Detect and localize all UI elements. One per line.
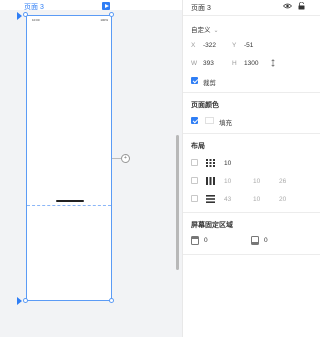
divider: [183, 92, 320, 93]
x-field[interactable]: -322: [203, 42, 216, 49]
fill-label: 填充: [219, 120, 232, 127]
columns-gutter-field[interactable]: 10: [253, 178, 260, 185]
add-connection-icon[interactable]: +: [121, 154, 130, 163]
x-label: X: [191, 42, 196, 49]
divider: [183, 133, 320, 134]
preset-dropdown[interactable]: 自定义 ⌄: [191, 24, 219, 34]
resize-handle-bottom-left[interactable]: [23, 298, 28, 303]
columns-count-field[interactable]: 10: [224, 178, 231, 185]
page-color-title: 页面颜色: [191, 102, 219, 109]
connector-line: [112, 158, 121, 159]
fixed-bottom-field[interactable]: 0: [264, 237, 268, 244]
divider: [183, 254, 320, 255]
status-battery: 100%: [100, 18, 108, 22]
resize-handle-top-right[interactable]: [109, 12, 114, 17]
lock-icon[interactable]: [298, 2, 305, 10]
end-arrow-icon[interactable]: [17, 297, 22, 305]
divider: [183, 15, 320, 16]
fixed-top-icon: [191, 236, 199, 245]
fixed-area-title: 屏幕固定区域: [191, 222, 233, 229]
status-bar: 10:00 100%: [30, 18, 110, 23]
rows-layout-icon: [206, 195, 215, 203]
grid-size-field[interactable]: 10: [224, 160, 231, 167]
fill-color-swatch[interactable]: [205, 117, 214, 124]
start-arrow-icon[interactable]: [17, 12, 22, 20]
w-label: W: [191, 60, 198, 67]
resize-handle-bottom-right[interactable]: [109, 298, 114, 303]
eye-icon[interactable]: [283, 3, 292, 9]
resize-handle-top-left[interactable]: [23, 12, 28, 17]
preview-play-button[interactable]: [102, 2, 110, 10]
height-field[interactable]: 1300: [244, 60, 258, 67]
layout-title: 布局: [191, 143, 205, 150]
width-field[interactable]: 393: [203, 60, 214, 67]
properties-panel: 页面 3 自定义 ⌄ X -322 Y -51 W 393 H 1300 裁剪 页…: [182, 0, 320, 337]
page-frame[interactable]: 10:00 100%: [26, 15, 112, 301]
frame-title[interactable]: 页面 3: [24, 2, 44, 12]
clip-label: 裁剪: [203, 80, 216, 87]
preset-label: 自定义: [191, 27, 211, 34]
fixed-top-field[interactable]: 0: [204, 237, 208, 244]
status-time: 10:00: [32, 18, 40, 22]
rows-count-field[interactable]: 43: [224, 196, 231, 203]
canvas[interactable]: 页面 3 10:00 100% +: [0, 0, 182, 337]
rows-margin-field[interactable]: 20: [279, 196, 286, 203]
aspect-lock-icon[interactable]: [271, 59, 275, 67]
clip-checkbox[interactable]: [191, 77, 198, 84]
columns-layout-icon: [206, 177, 215, 185]
columns-checkbox[interactable]: [191, 177, 198, 184]
panel-title: 页面 3: [191, 5, 211, 12]
columns-margin-field[interactable]: 26: [279, 178, 286, 185]
canvas-scrollbar[interactable]: [176, 135, 179, 270]
divider: [183, 212, 320, 213]
rows-checkbox[interactable]: [191, 195, 198, 202]
home-indicator: [56, 200, 84, 202]
y-field[interactable]: -51: [244, 42, 253, 49]
grid-layout-icon: [206, 159, 215, 167]
fold-line: [27, 205, 111, 206]
fill-checkbox[interactable]: [191, 117, 198, 124]
y-label: Y: [232, 42, 237, 49]
rows-gutter-field[interactable]: 10: [253, 196, 260, 203]
chevron-down-icon: ⌄: [213, 28, 219, 34]
h-label: H: [232, 60, 237, 67]
fixed-bottom-icon: [251, 236, 259, 245]
grid-checkbox[interactable]: [191, 159, 198, 166]
